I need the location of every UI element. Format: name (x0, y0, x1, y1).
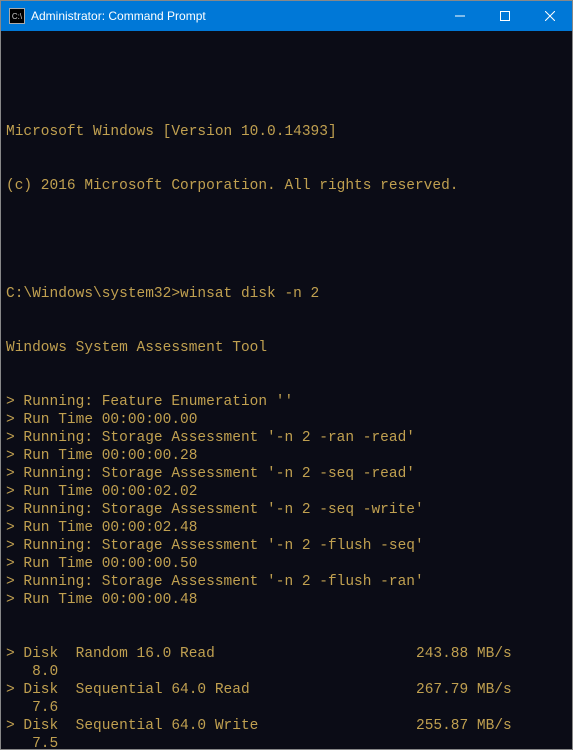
close-button[interactable] (527, 1, 572, 31)
run-line: > Running: Feature Enumeration '' (6, 393, 567, 411)
results-output: > Disk Random 16.0 Read243.88 MB/s 8.0> … (6, 645, 567, 749)
window-controls (437, 1, 572, 31)
window-titlebar[interactable]: C:\ Administrator: Command Prompt (1, 1, 572, 31)
maximize-icon (500, 11, 510, 21)
result-row: > Disk Random 16.0 Read243.88 MB/s (6, 645, 567, 663)
terminal-content: Microsoft Windows [Version 10.0.14393] (… (6, 87, 567, 749)
close-icon (545, 11, 555, 21)
command-text: winsat disk -n 2 (180, 286, 319, 302)
run-line: > Run Time 00:00:00.50 (6, 555, 567, 573)
run-line: > Running: Storage Assessment '-n 2 -seq… (6, 501, 567, 519)
result-score: 7.6 (6, 699, 567, 717)
run-line: > Run Time 00:00:00.28 (6, 447, 567, 465)
result-score: 8.0 (6, 663, 567, 681)
copyright-line: (c) 2016 Microsoft Corporation. All righ… (6, 177, 567, 195)
run-line: > Running: Storage Assessment '-n 2 -flu… (6, 573, 567, 591)
run-line: > Running: Storage Assessment '-n 2 -ran… (6, 429, 567, 447)
terminal-area[interactable]: Microsoft Windows [Version 10.0.14393] (… (1, 31, 572, 749)
os-version-line: Microsoft Windows [Version 10.0.14393] (6, 123, 567, 141)
minimize-icon (455, 11, 465, 21)
result-label: > Disk Sequential 64.0 Write (6, 717, 416, 735)
result-value: 267.79 MB/s (416, 681, 512, 699)
result-score: 7.5 (6, 735, 567, 749)
run-line: > Running: Storage Assessment '-n 2 -seq… (6, 465, 567, 483)
result-value: 243.88 MB/s (416, 645, 512, 663)
command-line: C:\Windows\system32>winsat disk -n 2 (6, 285, 567, 303)
run-line: > Run Time 00:00:02.02 (6, 483, 567, 501)
run-line: > Running: Storage Assessment '-n 2 -flu… (6, 537, 567, 555)
run-line: > Run Time 00:00:00.48 (6, 591, 567, 609)
blank-line (6, 231, 567, 249)
run-line: > Run Time 00:00:00.00 (6, 411, 567, 429)
result-row: > Disk Sequential 64.0 Write255.87 MB/s (6, 717, 567, 735)
result-label: > Disk Sequential 64.0 Read (6, 681, 416, 699)
tool-title: Windows System Assessment Tool (6, 339, 567, 357)
run-output: > Running: Feature Enumeration ''> Run T… (6, 393, 567, 609)
maximize-button[interactable] (482, 1, 527, 31)
minimize-button[interactable] (437, 1, 482, 31)
result-row: > Disk Sequential 64.0 Read267.79 MB/s (6, 681, 567, 699)
result-label: > Disk Random 16.0 Read (6, 645, 416, 663)
run-line: > Run Time 00:00:02.48 (6, 519, 567, 537)
prompt-path: C:\Windows\system32> (6, 286, 180, 302)
window-title: Administrator: Command Prompt (31, 9, 437, 23)
result-value: 255.87 MB/s (416, 717, 512, 735)
app-icon: C:\ (9, 8, 25, 24)
